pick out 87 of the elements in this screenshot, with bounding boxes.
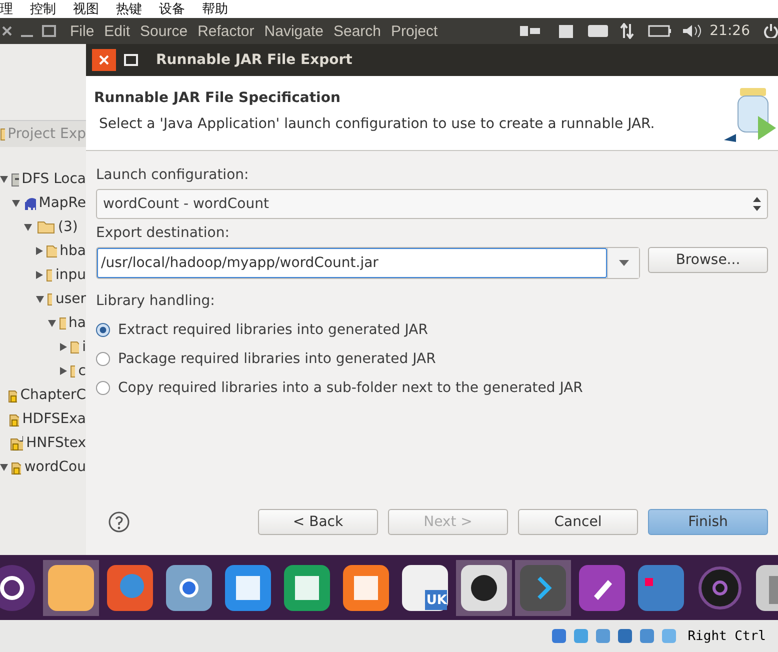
tree-item[interactable]: ChapterC (20, 387, 86, 403)
host-key-label: Right Ctrl (688, 628, 766, 644)
menu-item[interactable]: 帮助 (202, 0, 228, 18)
tree-item[interactable]: inpu (55, 267, 86, 283)
export-destination-field[interactable]: /usr/local/hadoop/myapp/wordCount.jar (97, 248, 607, 278)
dialog-button[interactable]: Finish (648, 509, 768, 535)
option-label[interactable]: Copy required libraries into a sub-folder next to the generated JAR (118, 380, 583, 396)
expanded-arrow-icon[interactable] (0, 176, 8, 182)
expanded-arrow-icon[interactable] (48, 320, 56, 326)
tree-item[interactable]: user (55, 291, 86, 307)
close-icon[interactable] (2, 26, 12, 36)
menu-item[interactable]: 热键 (116, 0, 142, 18)
badge-text: UK (426, 592, 447, 608)
close-icon (99, 55, 109, 65)
word-app-icon[interactable] (224, 564, 272, 612)
menu-item[interactable]: Refactor (198, 22, 254, 40)
menu-item[interactable]: Project (391, 22, 438, 40)
expanded-arrow-icon[interactable] (0, 464, 8, 470)
expanded-arrow-icon[interactable] (12, 200, 20, 206)
menu-item[interactable]: 理 (0, 0, 13, 18)
tree-item[interactable]: DFS Loca (22, 171, 86, 187)
field-label: Launch configuration: (96, 167, 250, 183)
option-label[interactable]: Package required libraries into generated JAR (118, 350, 436, 366)
files-app-icon[interactable] (47, 564, 95, 612)
help-icon[interactable] (108, 511, 130, 533)
dialog-button[interactable]: < Back (258, 509, 378, 535)
collapsed-arrow-icon[interactable] (60, 367, 67, 375)
collapsed-arrow-icon[interactable] (36, 247, 43, 255)
powerpoint-app-icon[interactable] (342, 564, 390, 612)
field-label: Library handling: (96, 293, 216, 309)
chrome-app-icon[interactable] (165, 564, 213, 612)
apps-app-icon[interactable] (637, 564, 685, 612)
tree-item[interactable]: HDFSExa (22, 411, 86, 427)
eclipse-app-icon[interactable] (460, 564, 508, 612)
radio-button[interactable] (96, 380, 110, 394)
power-icon[interactable] (764, 24, 778, 38)
menu-item[interactable]: Edit (104, 22, 130, 40)
close-button[interactable] (92, 49, 116, 71)
collapsed-arrow-icon[interactable] (36, 271, 43, 279)
page-description: Select a 'Java Application' launch configuration to use to create a runnable JAR. (98, 116, 655, 132)
option-label[interactable]: Extract required libraries into generated JAR (118, 322, 428, 338)
dropdown-button[interactable] (607, 248, 639, 278)
page-heading: Runnable JAR File Specification (94, 90, 342, 106)
tree-item[interactable]: wordCou (24, 459, 86, 475)
radio-button[interactable] (96, 352, 110, 366)
status-tray-icon[interactable] (550, 627, 568, 645)
elephant-icon (23, 196, 36, 210)
caret-icon (618, 260, 628, 266)
dialog-title: Runnable JAR File Export (156, 52, 352, 68)
tree-item[interactable]: MapRe (38, 195, 86, 211)
menu-item[interactable]: 视图 (73, 0, 99, 18)
battery-icon[interactable] (648, 25, 672, 37)
tree-item[interactable]: HNFStex (26, 435, 86, 451)
radio-button[interactable] (96, 322, 110, 336)
project-folder-icon (10, 435, 24, 451)
field-label: Export destination: (96, 225, 230, 241)
status-tray-icon[interactable] (638, 627, 656, 645)
transfer-arrows-icon[interactable] (620, 23, 634, 39)
tree-item[interactable]: i (82, 339, 86, 355)
menu-item[interactable]: Search (333, 22, 381, 40)
disc-app-icon[interactable] (696, 564, 744, 612)
excel-app-icon[interactable] (283, 564, 331, 612)
tree-item[interactable]: hba (60, 243, 86, 259)
menu-item[interactable]: 设备 (159, 0, 185, 18)
ubuntu-app-icon[interactable] (0, 564, 36, 612)
terminal-app-icon[interactable] (519, 564, 567, 612)
tree-item[interactable]: (3) (58, 219, 78, 235)
status-tray-icon[interactable] (616, 627, 634, 645)
browse-button[interactable]: Browse... (648, 247, 768, 273)
expanded-arrow-icon[interactable] (24, 224, 32, 230)
volume-icon[interactable] (682, 24, 702, 38)
spinner-arrows-icon (753, 197, 761, 211)
store-app-icon[interactable] (401, 564, 449, 612)
dialog-button[interactable]: Cancel (518, 509, 638, 535)
collapsed-arrow-icon[interactable] (60, 343, 67, 351)
expanded-arrow-icon[interactable] (36, 296, 44, 302)
editor-app-icon[interactable] (578, 564, 626, 612)
menu-item[interactable]: Source (140, 22, 188, 40)
server-icon (11, 172, 19, 186)
menu-item[interactable]: Navigate (264, 22, 324, 40)
tree-item[interactable]: ha (68, 315, 86, 331)
firefox-app-icon[interactable] (106, 564, 154, 612)
tree-item[interactable]: c (78, 363, 86, 379)
menu-item[interactable]: File (70, 22, 94, 40)
clock[interactable]: 21:26 (710, 23, 750, 39)
menu-item[interactable]: 控制 (30, 0, 56, 18)
launch-configuration-dropdown[interactable]: wordCount - wordCount (96, 189, 768, 219)
